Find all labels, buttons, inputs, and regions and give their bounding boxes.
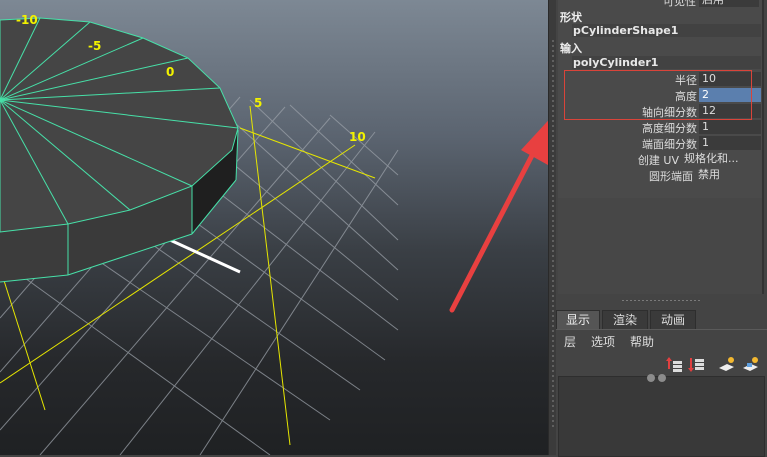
layer-list-scroll-knob[interactable]	[647, 374, 655, 382]
scene-canvas[interactable]: -10 -5 0 5 10	[0, 0, 548, 455]
new-empty-layer-icon[interactable]	[718, 356, 735, 373]
tab-display[interactable]: 显示	[556, 310, 600, 330]
menu-options[interactable]: 选项	[591, 333, 615, 350]
create-uvs-label: 创建 UV	[637, 154, 679, 167]
panel-resize-handle[interactable]	[556, 296, 767, 306]
move-layer-up-icon[interactable]	[666, 356, 683, 373]
grid-label-10: 10	[349, 130, 366, 144]
visibility-label: 可见性	[663, 0, 696, 8]
attribute-panel: 可见性 启用 形状 pCylinderShape1 输入 polyCylinde…	[556, 0, 767, 296]
tab-baseline	[556, 329, 767, 330]
subdivisions-caps-label: 端面细分数	[642, 138, 697, 151]
subdivisions-height-value[interactable]: 1	[699, 120, 761, 134]
tab-render[interactable]: 渲染	[602, 310, 648, 330]
channel-box-empty-area	[558, 198, 762, 294]
create-uvs-value[interactable]: 规格化和...	[681, 152, 761, 166]
layer-list-scroll-knob-2[interactable]	[658, 374, 666, 382]
shape-node-name[interactable]: pCylinderShape1	[572, 24, 761, 37]
round-cap-label: 圆形端面	[649, 170, 693, 183]
grid-label-neg10: -10	[16, 13, 38, 27]
layer-list[interactable]	[558, 374, 765, 457]
visibility-row[interactable]: 可见性 启用	[558, 0, 762, 8]
field-create-uvs[interactable]: 创建 UV 规格化和...	[558, 152, 762, 167]
menu-help[interactable]: 帮助	[630, 333, 654, 350]
move-layer-down-icon[interactable]	[688, 356, 705, 373]
field-round-cap[interactable]: 圆形端面 禁用	[558, 168, 762, 183]
shape-header: 形状	[560, 11, 582, 24]
viewport-3d[interactable]: -10 -5 0 5 10	[0, 0, 548, 455]
input-node-name[interactable]: polyCylinder1	[572, 56, 761, 69]
subdivisions-height-label: 高度细分数	[642, 122, 697, 135]
grid-label-neg5: -5	[88, 39, 101, 53]
subdivisions-caps-value[interactable]: 1	[699, 136, 761, 150]
annotation-arrow	[449, 120, 548, 313]
grid-label-5: 5	[254, 96, 262, 110]
grid-origin-highlight	[169, 238, 241, 274]
cylinder-side-front	[0, 224, 68, 282]
highlight-box	[564, 70, 752, 120]
menu-layers[interactable]: 层	[564, 333, 576, 350]
round-cap-value[interactable]: 禁用	[695, 168, 761, 182]
visibility-value[interactable]: 启用	[699, 0, 759, 7]
tab-anim[interactable]: 动画	[650, 310, 696, 330]
field-subdivisions-caps[interactable]: 端面细分数 1	[558, 136, 762, 151]
grid-label-0: 0	[166, 65, 174, 79]
new-layer-from-selected-icon[interactable]	[742, 356, 759, 373]
channel-box: 可见性 启用 形状 pCylinderShape1 输入 polyCylinde…	[558, 0, 764, 294]
layer-editor: 显示 渲染 动画 层 选项 帮助	[556, 306, 767, 457]
field-subdivisions-height[interactable]: 高度细分数 1	[558, 120, 762, 135]
inputs-header: 输入	[560, 42, 582, 55]
